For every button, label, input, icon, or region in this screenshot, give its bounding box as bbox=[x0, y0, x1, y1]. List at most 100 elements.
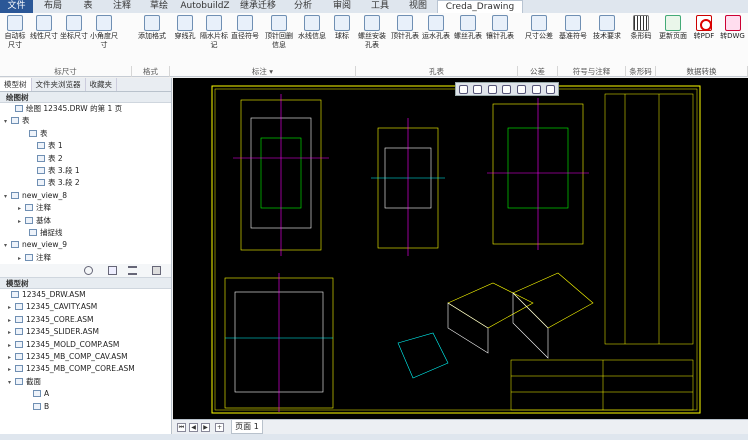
ribbon-button-2[interactable]: 坐标尺寸 bbox=[60, 15, 88, 41]
tree-node[interactable]: ▸ 12345_MOLD_COMP.ASM bbox=[0, 339, 171, 351]
menu-10[interactable]: 视图 bbox=[399, 0, 437, 13]
ribbon-button-9[interactable]: 水线信息 bbox=[298, 15, 326, 41]
tree-node[interactable]: 表 2 bbox=[0, 153, 171, 165]
menu-7[interactable]: 分析 bbox=[283, 0, 323, 13]
menu-6[interactable]: 继承迁移 bbox=[233, 0, 283, 13]
filter-icon[interactable] bbox=[152, 266, 161, 276]
tree-node[interactable]: B bbox=[0, 401, 171, 413]
ribbon-button-6[interactable]: 隔水片标记 bbox=[200, 15, 228, 50]
annotation-display-icon[interactable] bbox=[546, 84, 556, 94]
menu-4[interactable]: 草绘 bbox=[141, 0, 177, 13]
tree-node[interactable]: 表 bbox=[0, 128, 171, 140]
tool-icon bbox=[428, 15, 444, 31]
tree-node[interactable]: ▸ 基体 bbox=[0, 215, 171, 227]
tree-node-label: 12345_SLIDER.ASM bbox=[26, 327, 99, 337]
tree-node[interactable]: ▾ 截面 bbox=[0, 376, 171, 388]
list-icon[interactable] bbox=[128, 266, 137, 276]
sidebar-tab-0[interactable]: 模型树 bbox=[0, 78, 32, 91]
ribbon-button-13[interactable]: 运水孔表 bbox=[421, 15, 451, 41]
tree-node[interactable]: 12345_DRW.ASM bbox=[0, 289, 171, 301]
tree-node[interactable]: ▾ new_view_9 bbox=[0, 239, 171, 251]
node-icon bbox=[25, 253, 33, 261]
zoom-fit-icon[interactable] bbox=[458, 84, 468, 94]
tree-node[interactable]: ▸ 注释 bbox=[0, 202, 171, 214]
ribbon-button-16[interactable]: 尺寸公差 bbox=[524, 15, 554, 41]
menu-9[interactable]: 工具 bbox=[361, 0, 399, 13]
ribbon-button-18[interactable]: 技术要求 bbox=[592, 15, 622, 41]
tree-node[interactable]: 绘图 12345.DRW 的第 1 页 bbox=[0, 103, 171, 115]
first-page-icon[interactable]: ⏮ bbox=[177, 423, 186, 432]
tree-node[interactable]: ▾ 表 bbox=[0, 115, 171, 127]
ribbon-button-7[interactable]: 直径符号 bbox=[230, 15, 260, 41]
menu-11[interactable]: Creda_Drawing bbox=[437, 0, 523, 14]
model-tree-header[interactable]: 模型树 bbox=[0, 278, 171, 290]
settings-icon[interactable] bbox=[84, 266, 93, 276]
drawing-tree-header[interactable]: 绘图树 bbox=[0, 92, 171, 103]
tree-node[interactable]: ▸ 注释 bbox=[0, 252, 171, 264]
tree-node[interactable]: 捕捉线 bbox=[0, 227, 171, 239]
ribbon-button-1[interactable]: 线性尺寸 bbox=[30, 15, 58, 41]
tree-node[interactable]: ▸ 12345_MB_COMP_CORE.ASM bbox=[0, 363, 171, 375]
tree-node[interactable]: ▸ 12345_CORE.ASM bbox=[0, 314, 171, 326]
ribbon-button-12[interactable]: 顶针孔表 bbox=[390, 15, 420, 41]
ribbon-button-19[interactable]: 条形码 bbox=[627, 15, 655, 41]
prev-page-icon[interactable]: ◀ bbox=[189, 423, 198, 432]
ribbon-button-label: 水线信息 bbox=[298, 32, 326, 40]
ribbon-button-15[interactable]: 镶针孔表 bbox=[485, 15, 515, 41]
tree-node-label: 12345_DRW.ASM bbox=[22, 290, 86, 300]
tree-node[interactable]: A bbox=[0, 388, 171, 400]
tree-node[interactable]: ▸ 12345_MB_COMP_CAV.ASM bbox=[0, 351, 171, 363]
ribbon-button-8[interactable]: 顶针回删信息 bbox=[264, 15, 294, 50]
tool-icon bbox=[177, 15, 193, 31]
node-icon bbox=[37, 179, 45, 187]
ribbon-button-0[interactable]: 自动标尺寸 bbox=[2, 15, 28, 50]
zoom-in-icon[interactable] bbox=[473, 84, 483, 94]
ribbon-button-3[interactable]: 小角度尺寸 bbox=[90, 15, 118, 50]
tool-icon bbox=[271, 15, 287, 31]
ribbon-button-label: 自动标尺寸 bbox=[4, 32, 26, 49]
menu-5[interactable]: AutobuildZ bbox=[177, 0, 233, 13]
next-page-icon[interactable]: ▶ bbox=[201, 423, 210, 432]
display-style-icon[interactable] bbox=[517, 84, 527, 94]
tree-node[interactable]: ▾ new_view_8 bbox=[0, 190, 171, 202]
ribbon-button-label: 线性尺寸 bbox=[30, 32, 58, 40]
node-icon bbox=[29, 129, 37, 137]
ribbon-group-4: 公差 bbox=[518, 66, 558, 77]
menu-3[interactable]: 注释 bbox=[103, 0, 141, 13]
menu-8[interactable]: 审阅 bbox=[323, 0, 361, 13]
ribbon-button-10[interactable]: 球标 bbox=[330, 15, 354, 41]
tree-node-label: A bbox=[44, 389, 50, 399]
ribbon-button-5[interactable]: 穿线孔 bbox=[172, 15, 198, 41]
tool-icon bbox=[599, 15, 615, 31]
tree-node[interactable]: ▸ 12345_CAVITY.ASM bbox=[0, 301, 171, 313]
repaint-icon[interactable] bbox=[502, 84, 512, 94]
ribbon-button-20[interactable]: 更新页面 bbox=[659, 15, 687, 41]
menu-bar: 文件 布局表注释 草绘 AutobuildZ 继承迁移 分析 审阅 工具 视图 Creda_Dra… bbox=[0, 0, 748, 14]
ribbon-button-22[interactable]: 转DWG bbox=[719, 15, 746, 41]
sidebar-tab-2[interactable]: 收藏夹 bbox=[86, 78, 117, 91]
ribbon-button-17[interactable]: 基准符号 bbox=[558, 15, 588, 41]
page-tab-1[interactable]: 页面 1 bbox=[231, 420, 263, 434]
show-icon[interactable] bbox=[108, 266, 117, 276]
ribbon-button-14[interactable]: 螺丝孔表 bbox=[453, 15, 483, 41]
zoom-out-icon[interactable] bbox=[487, 84, 497, 94]
tree-node[interactable]: 表 3.段 1 bbox=[0, 165, 171, 177]
node-icon bbox=[33, 402, 41, 410]
layers-icon[interactable] bbox=[531, 84, 541, 94]
ribbon-button-21[interactable]: 转PDF bbox=[691, 15, 717, 41]
menu-2[interactable]: 表 bbox=[73, 0, 103, 13]
ribbon-button-11[interactable]: 螺丝安装孔表 bbox=[357, 15, 387, 50]
menu-1[interactable]: 布局 bbox=[33, 0, 73, 13]
ribbon-group-1: 格式 bbox=[132, 66, 170, 77]
node-icon bbox=[15, 340, 23, 348]
sidebar-tab-1[interactable]: 文件夹浏览器 bbox=[32, 78, 86, 91]
ribbon-button-4[interactable]: 添加格式 bbox=[137, 15, 167, 41]
tree-node[interactable]: 表 1 bbox=[0, 140, 171, 152]
drawing-canvas[interactable] bbox=[173, 78, 748, 419]
ribbon-button-label: 螺丝孔表 bbox=[454, 32, 482, 40]
tree-node[interactable]: ▸ 12345_SLIDER.ASM bbox=[0, 326, 171, 338]
menu-0[interactable]: 文件 bbox=[0, 0, 33, 13]
tree-node-label: new_view_8 bbox=[22, 190, 68, 200]
tree-node[interactable]: 表 3.段 2 bbox=[0, 177, 171, 189]
add-page-icon[interactable]: + bbox=[215, 423, 224, 432]
